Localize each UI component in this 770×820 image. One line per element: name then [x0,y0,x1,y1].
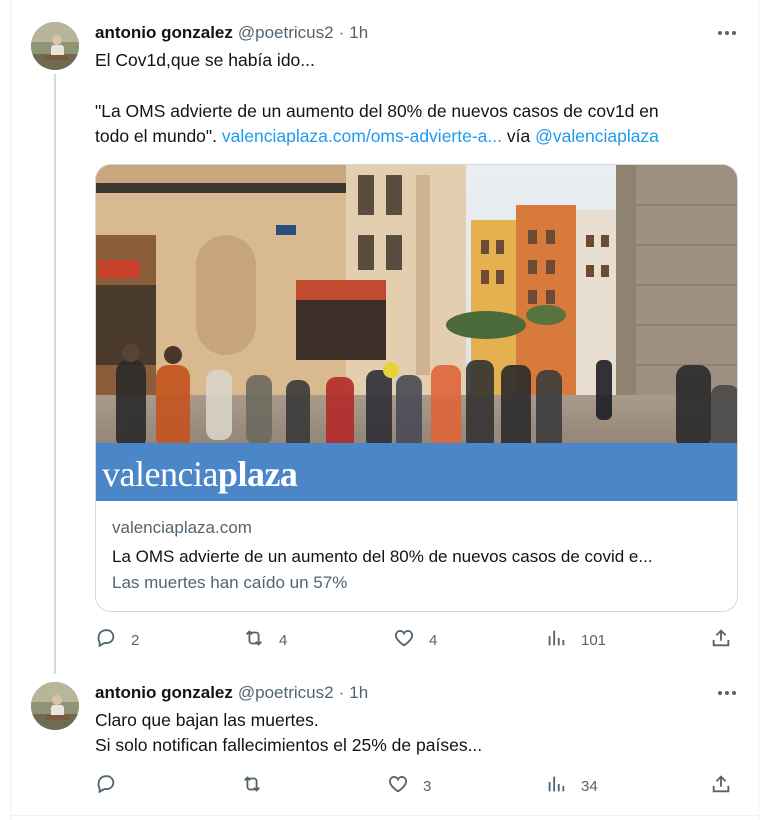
tweet-text-line: Si solo notifican fallecimientos el 25% … [95,735,483,755]
reply-count: 2 [131,631,140,649]
timeline-right-border [758,0,759,820]
card-description: Las muertes han caído un 57% [112,573,348,592]
article-link[interactable]: valenciaplaza.com/oms-advierte-a... [222,126,502,146]
views-icon [545,627,567,653]
repost-button[interactable] [241,773,263,799]
author-handle[interactable]: @poetricus2 [238,23,334,43]
views-icon [545,773,567,799]
share-icon [710,773,732,799]
reply-button[interactable] [95,773,117,799]
avatar[interactable] [31,22,79,70]
separator-dot: · [338,23,345,42]
card-domain: valenciaplaza.com [112,518,252,537]
views-button[interactable]: 34 [545,773,598,799]
tweet-actions: 3 34 [95,773,735,799]
card-title: La OMS advierte de un aumento del 80% de… [112,547,653,566]
share-icon [710,627,732,653]
share-button[interactable] [710,773,732,799]
like-button[interactable]: 4 [393,627,437,653]
author-handle[interactable]: @poetricus2 [238,683,334,703]
reply-icon [95,627,117,653]
tweet-text-line: El Cov1d,que se había ido... [95,50,315,70]
tweet-timestamp[interactable]: 1h [349,683,368,703]
views-count: 34 [581,777,598,795]
thread-line [54,74,56,674]
timeline-bottom-border [10,815,759,816]
repost-icon [241,773,263,799]
card-image[interactable]: valenciaplaza [96,165,737,501]
author-name[interactable]: antonio gonzalez [95,683,233,703]
repost-count: 4 [279,631,288,649]
tweet-header: antonio gonzalez @poetricus2 · 1h [95,22,368,44]
like-count: 4 [429,631,438,649]
views-count: 101 [581,631,607,649]
like-button[interactable]: 3 [387,773,431,799]
via-label: vía [506,126,531,146]
tweet-header: antonio gonzalez @poetricus2 · 1h [95,682,368,704]
tweet-text-line: "La OMS advierte de un aumento del 80% d… [95,101,659,121]
logo-band: valenciaplaza [96,443,737,501]
tweet-actions: 2 4 4 101 [95,627,735,653]
timeline-left-border [10,0,11,820]
reply-button[interactable]: 2 [95,627,139,653]
reply-icon [95,773,117,799]
more-horizontal-icon[interactable] [715,23,739,43]
valenciaplaza-logo: valenciaplaza [102,454,298,494]
avatar[interactable] [31,682,79,730]
repost-button[interactable]: 4 [243,627,287,653]
views-button[interactable]: 101 [545,627,606,653]
like-icon [393,627,415,653]
link-preview-card[interactable]: valenciaplaza valenciaplaza.com La OMS a… [95,164,738,612]
tweet-text-line: Claro que bajan las muertes. [95,710,319,730]
tweet-text-quote-end: todo el mundo". [95,126,217,146]
author-name[interactable]: antonio gonzalez [95,23,233,43]
like-count: 3 [423,777,432,795]
more-horizontal-icon[interactable] [715,683,739,703]
repost-icon [243,627,265,653]
like-icon [387,773,409,799]
share-button[interactable] [710,627,732,653]
mention-link[interactable]: @valenciaplaza [535,126,659,146]
tweet-timestamp[interactable]: 1h [349,23,368,43]
separator-dot: · [338,683,345,702]
tweet-text-line: todo el mundo". valenciaplaza.com/oms-ad… [95,124,659,149]
